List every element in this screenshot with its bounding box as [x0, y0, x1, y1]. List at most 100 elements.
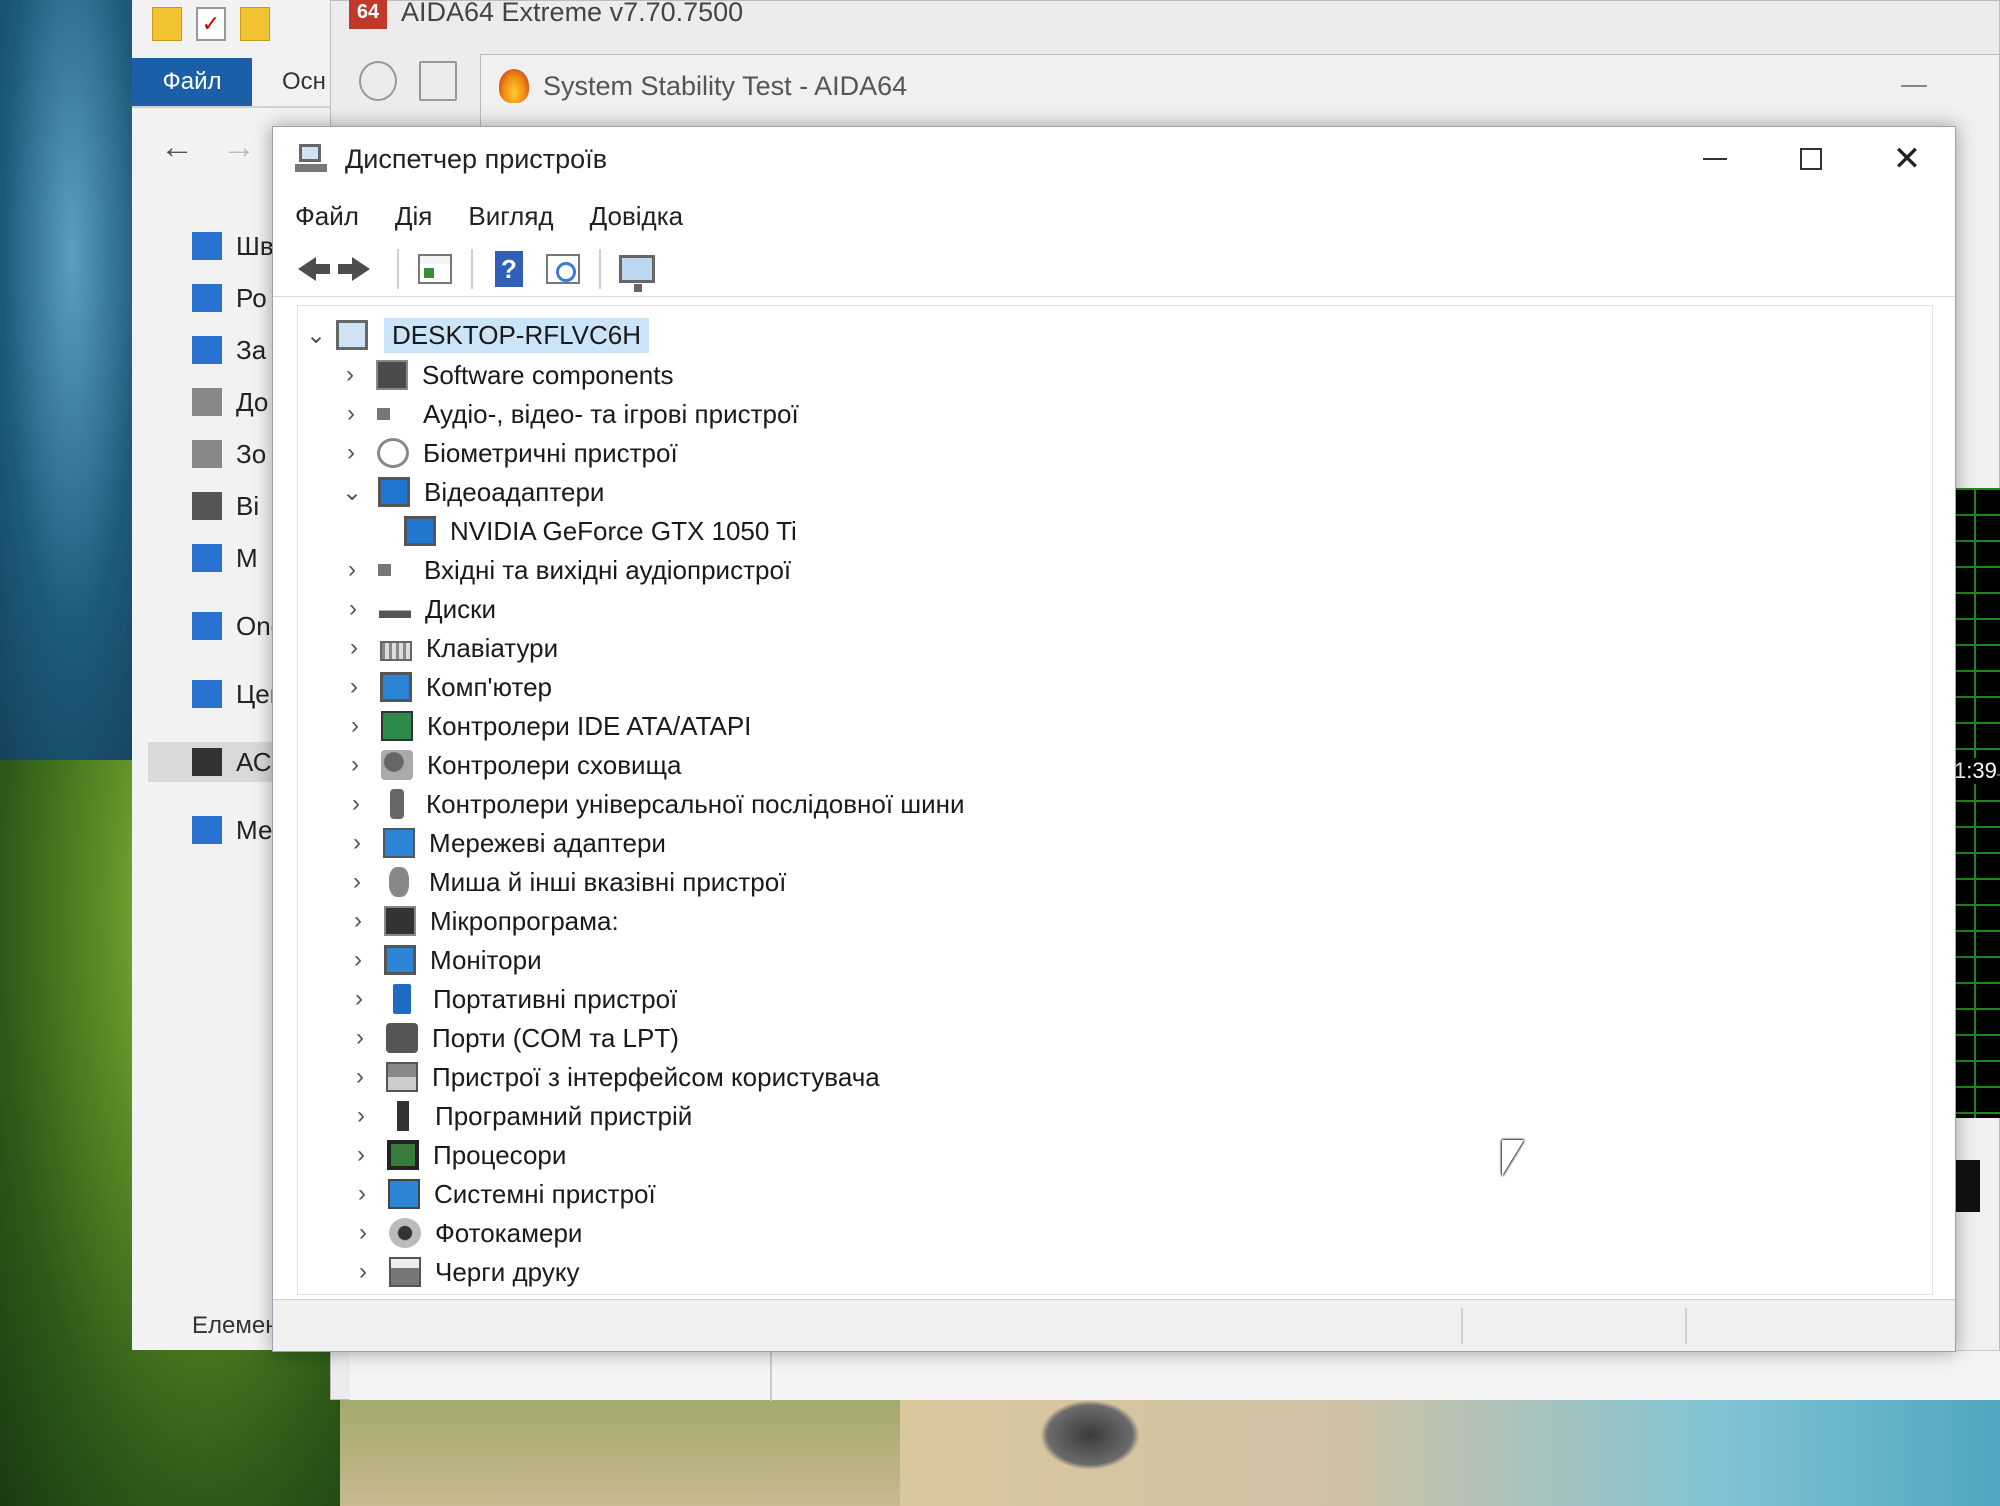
minimize-button[interactable] [1667, 127, 1763, 191]
folder-icon[interactable] [152, 7, 182, 41]
expand-chevron-icon[interactable]: › [350, 1175, 374, 1213]
graph-time-label: 1:39 [1954, 758, 1997, 784]
device-category[interactable]: › Вхідні та вихідні аудіопристрої [340, 551, 791, 589]
refresh-icon[interactable] [359, 61, 397, 101]
device-category[interactable]: › Портативні пристрої [347, 980, 677, 1018]
collapse-chevron-icon[interactable]: ⌄ [340, 473, 364, 511]
help-button[interactable]: ? [487, 247, 531, 291]
device-category[interactable]: › Аудіо-, відео- та ігрові пристрої [339, 395, 799, 433]
device-category[interactable]: › Черги друку [351, 1253, 580, 1291]
expand-chevron-icon[interactable]: › [340, 551, 364, 589]
device-category[interactable]: › Контролери IDE ATA/ATAPI [343, 707, 751, 745]
properties-check-icon[interactable]: ✓ [196, 7, 226, 41]
nav-item-label: Ві [236, 490, 260, 521]
expand-chevron-icon[interactable]: › [349, 1136, 373, 1174]
nav-item[interactable]: За [192, 330, 266, 370]
expand-chevron-icon[interactable]: › [339, 434, 363, 472]
nav-item[interactable]: Ро [192, 278, 267, 318]
ribbon-home-tab[interactable]: Осн [282, 58, 326, 106]
forward-button[interactable] [338, 247, 383, 291]
device-category[interactable]: › Монітори [346, 941, 542, 979]
menu-action[interactable]: Дія [395, 201, 432, 232]
device-tree: ⌄ DESKTOP-RFLVC6H › Software components › А… [297, 305, 1933, 1295]
device-item[interactable]: NVIDIA GeForce GTX 1050 Ti [390, 512, 797, 550]
display-adapter-icon [404, 516, 436, 546]
expand-chevron-icon[interactable]: › [343, 707, 367, 745]
maximize-icon [1800, 148, 1822, 170]
nav-item[interactable]: Шв [192, 226, 274, 266]
expand-chevron-icon[interactable]: › [345, 824, 369, 862]
expand-chevron-icon[interactable]: › [345, 863, 369, 901]
device-category[interactable]: › Мережеві адаптери [345, 824, 666, 862]
expand-chevron-icon[interactable]: › [346, 902, 370, 940]
expand-chevron-icon[interactable]: › [348, 1058, 372, 1096]
expand-chevron-icon[interactable]: › [347, 980, 371, 1018]
window-title: Диспетчер пристроїв [345, 143, 608, 174]
computer-icon [380, 672, 412, 702]
expand-chevron-icon[interactable]: › [342, 629, 366, 667]
back-arrow-icon[interactable]: ← [160, 128, 194, 167]
device-category[interactable]: ⌄ Відеоадаптери [340, 473, 604, 511]
expand-chevron-icon[interactable]: › [351, 1253, 375, 1291]
nav-item[interactable]: Ві [192, 486, 259, 526]
device-category[interactable]: › Диски [341, 590, 496, 628]
music-icon [192, 544, 222, 572]
expand-chevron-icon[interactable]: › [351, 1214, 375, 1252]
speaker-icon [377, 399, 403, 429]
ribbon-file-tab[interactable]: Файл [132, 58, 252, 106]
expand-chevron-icon[interactable]: › [346, 941, 370, 979]
close-button[interactable]: ✕ [1859, 127, 1955, 191]
device-category[interactable]: › Пристрої з інтерфейсом користувача [348, 1058, 880, 1096]
document-icon [192, 388, 222, 416]
back-button[interactable] [285, 247, 330, 291]
device-category[interactable]: › Комп'ютер [342, 668, 552, 706]
scan-hardware-button[interactable] [615, 247, 659, 292]
expand-chevron-icon[interactable]: › [349, 1097, 373, 1135]
forward-arrow-icon[interactable]: → [222, 128, 256, 167]
device-category[interactable]: › Клавіатури [342, 629, 558, 667]
status-bar [273, 1299, 1955, 1351]
report-icon[interactable] [419, 61, 457, 101]
expand-chevron-icon[interactable]: › [348, 1019, 372, 1057]
device-category[interactable]: › Біометричні пристрої [339, 434, 678, 472]
expand-chevron-icon[interactable]: › [342, 668, 366, 706]
menu-view[interactable]: Вигляд [468, 201, 553, 232]
device-category[interactable]: › Системні пристрої [350, 1175, 656, 1213]
nav-item[interactable]: М [192, 538, 258, 578]
expand-chevron-icon[interactable]: › [339, 395, 363, 433]
device-category[interactable]: › Порти (COM та LPT) [348, 1019, 679, 1057]
device-category[interactable]: › Software components [338, 356, 673, 394]
sst-minimize-button[interactable] [1901, 85, 1927, 87]
device-category-label: Монітори [430, 944, 542, 975]
toolbar-separator [471, 248, 473, 289]
device-category-label: Мікропрограма: [430, 905, 619, 936]
scan-hardware-icon [619, 254, 655, 292]
nav-item[interactable]: До [192, 382, 268, 422]
disk-drive-icon [379, 594, 411, 624]
collapse-chevron-icon[interactable]: ⌄ [304, 316, 328, 354]
nav-item[interactable]: Ме [192, 810, 272, 850]
menu-file[interactable]: Файл [295, 201, 359, 232]
device-category[interactable]: › Фотокамери [351, 1214, 582, 1252]
nav-item[interactable]: Цей [192, 674, 284, 714]
device-category[interactable]: › Процесори [349, 1136, 566, 1174]
properties-button[interactable] [413, 247, 457, 291]
device-category[interactable]: › Контролери універсальної послідовної ши… [344, 785, 965, 823]
cpu-icon [387, 1140, 419, 1170]
picture-icon [192, 440, 222, 468]
expand-chevron-icon[interactable]: › [344, 785, 368, 823]
device-category[interactable]: › Програмний пристрій [349, 1097, 692, 1135]
device-category[interactable]: › Контролери сховища [343, 746, 681, 784]
nav-item[interactable]: Зо [192, 434, 266, 474]
device-category[interactable]: › Миша й інші вказівні пристрої [345, 863, 786, 901]
device-category-label: Контролери універсальної послідовної шин… [426, 788, 965, 819]
menu-help[interactable]: Довідка [590, 201, 684, 232]
expand-chevron-icon[interactable]: › [343, 746, 367, 784]
new-folder-icon[interactable] [240, 7, 270, 41]
update-driver-button[interactable] [541, 247, 585, 291]
maximize-button[interactable] [1763, 127, 1859, 191]
device-category[interactable]: › Мікропрограма: [346, 902, 619, 940]
expand-chevron-icon[interactable]: › [338, 356, 362, 394]
tree-root[interactable]: ⌄ DESKTOP-RFLVC6H [304, 316, 649, 354]
expand-chevron-icon[interactable]: › [341, 590, 365, 628]
